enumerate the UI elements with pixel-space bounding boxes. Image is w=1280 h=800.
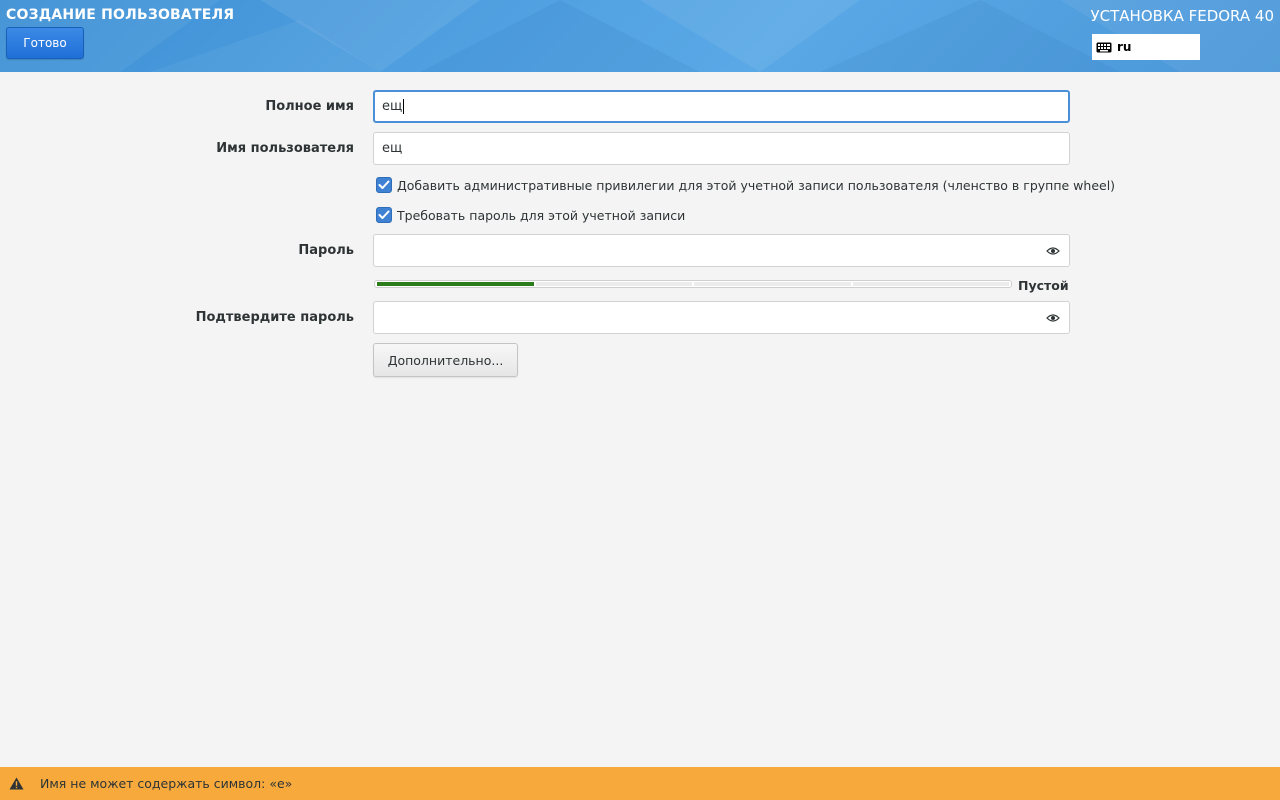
warning-icon bbox=[9, 777, 24, 790]
strength-segment bbox=[694, 282, 851, 286]
strength-segment bbox=[852, 282, 1009, 286]
require-password-checkbox[interactable]: Требовать пароль для этой учетной записи bbox=[376, 207, 685, 223]
text-caret bbox=[403, 99, 405, 114]
keyboard-layout-label: ru bbox=[1117, 40, 1132, 54]
keyboard-layout-indicator[interactable]: ru bbox=[1092, 34, 1200, 60]
warning-bar: Имя не может содержать символ: «е» bbox=[0, 767, 1280, 800]
username-label: Имя пользователя bbox=[216, 141, 354, 156]
product-title: УСТАНОВКА FEDORA 40 bbox=[1090, 7, 1275, 25]
strength-segment bbox=[377, 282, 534, 286]
header-bar: СОЗДАНИЕ ПОЛЬЗОВАТЕЛЯ Готово УСТАНОВКА F… bbox=[0, 0, 1280, 72]
confirm-password-input[interactable] bbox=[373, 301, 1070, 334]
page-title: СОЗДАНИЕ ПОЛЬЗОВАТЕЛЯ bbox=[6, 7, 235, 23]
password-strength-bar bbox=[374, 280, 1012, 288]
checkmark-icon bbox=[378, 210, 390, 219]
require-password-label: Требовать пароль для этой учетной записи bbox=[397, 207, 686, 223]
confirm-password-label: Подтвердите пароль bbox=[195, 310, 354, 325]
password-strength-label: Пустой bbox=[1018, 278, 1069, 293]
keyboard-icon bbox=[1096, 42, 1112, 52]
checkmark-icon bbox=[378, 180, 390, 189]
username-input[interactable]: ещ bbox=[373, 132, 1070, 165]
eye-icon[interactable] bbox=[1046, 246, 1060, 256]
password-input[interactable] bbox=[373, 234, 1070, 267]
checkbox-checked[interactable] bbox=[376, 177, 392, 193]
advanced-button[interactable]: Дополнительно... bbox=[373, 343, 518, 377]
strength-segment bbox=[535, 282, 692, 286]
done-button[interactable]: Готово bbox=[6, 27, 84, 59]
full-name-value: ещ bbox=[382, 99, 403, 114]
password-label: Пароль bbox=[298, 243, 354, 258]
username-value: ещ bbox=[382, 141, 403, 156]
full-name-label: Полное имя bbox=[265, 99, 354, 114]
admin-privileges-label: Добавить административные привилегии для… bbox=[397, 177, 1116, 193]
admin-privileges-checkbox[interactable]: Добавить административные привилегии для… bbox=[376, 177, 1115, 193]
eye-icon[interactable] bbox=[1046, 313, 1060, 323]
warning-message: Имя не может содержать символ: «е» bbox=[40, 776, 293, 791]
full-name-input[interactable]: ещ bbox=[373, 90, 1070, 123]
checkbox-checked[interactable] bbox=[376, 207, 392, 223]
